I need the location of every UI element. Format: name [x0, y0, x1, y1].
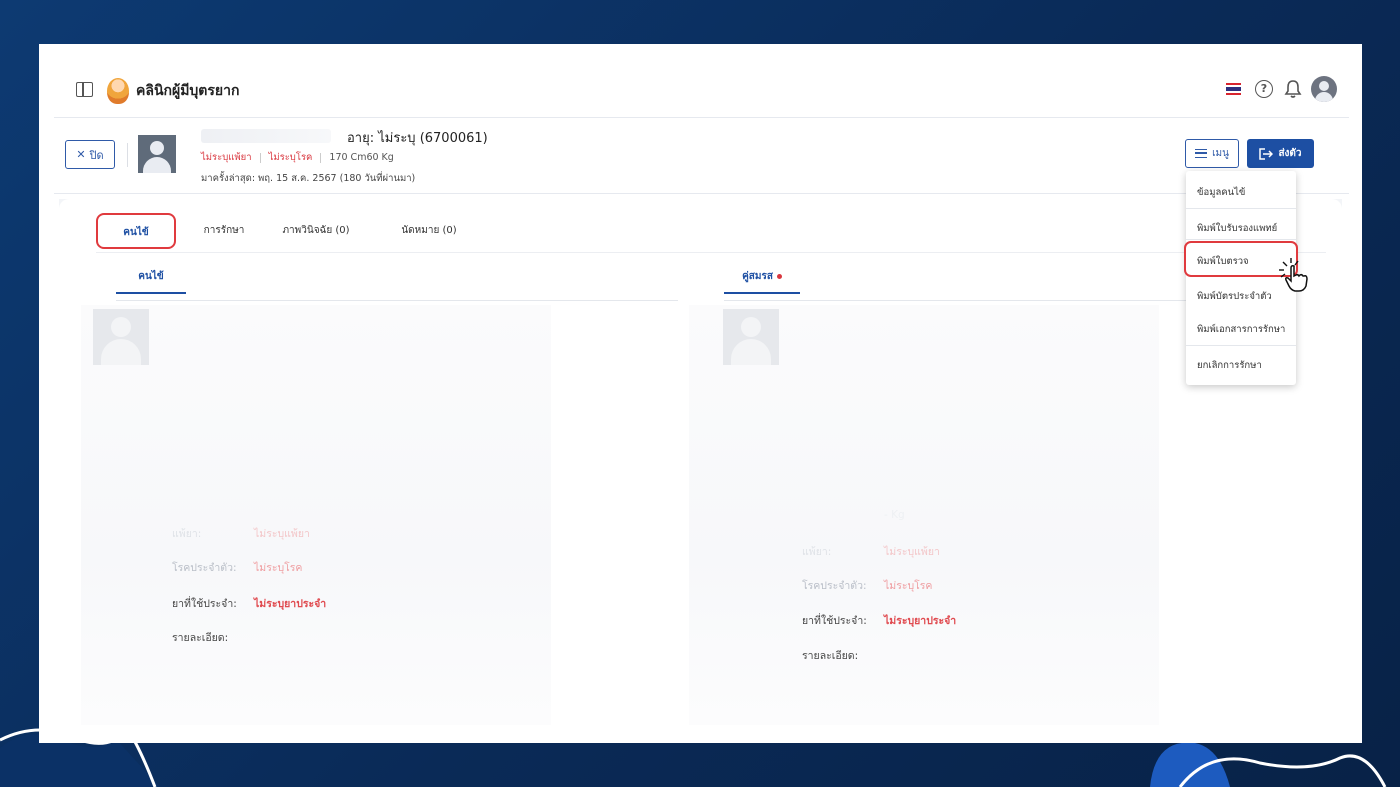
clinic-logo-icon: [107, 78, 129, 104]
disease-tag: ไม่ระบุโรค: [268, 152, 313, 163]
patient-photo-placeholder: [93, 309, 149, 365]
spouse-medicine-field: ยาที่ใช้ประจำ: ไม่ระบุยาประจำ: [802, 612, 956, 629]
tab-treatment[interactable]: การรักษา: [184, 213, 264, 249]
tab-imaging[interactable]: ภาพวินิจฉัย (0): [261, 213, 371, 249]
field-label: รายละเอียด:: [172, 632, 229, 644]
field-label: โรคประจำตัว:: [802, 580, 867, 592]
subtab-patient-label: คนไข้: [138, 271, 164, 282]
close-button[interactable]: ✕ ปิด: [65, 140, 115, 169]
sidebar-toggle-icon[interactable]: [76, 82, 93, 97]
menu-button-label: เมนู: [1212, 148, 1229, 159]
field-value: - Kg: [884, 509, 905, 521]
subtab-divider: [116, 300, 678, 301]
thai-flag-icon[interactable]: [1226, 83, 1241, 95]
patient-info-panel: [81, 305, 551, 725]
patient-allergy-field: แพ้ยา: ไม่ระบุแพ้ยา: [172, 525, 310, 542]
send-button-label: ส่งตัว: [1278, 148, 1302, 159]
spouse-photo-placeholder: [723, 309, 779, 365]
patient-tags: ไม่ระบุแพ้ยา ไม่ระบุโรค 170 Cm60 Kg: [201, 150, 394, 165]
spouse-detail-field: รายละเอียด:: [802, 647, 884, 664]
spouse-weight-field: - Kg: [802, 509, 905, 521]
notification-dot: [776, 273, 782, 279]
field-label: แพ้ยา:: [172, 528, 202, 540]
close-icon: ✕: [76, 148, 86, 161]
field-label: แพ้ยา:: [802, 546, 832, 558]
patient-header: ✕ ปิด อายุ: ไม่ระบุ (6700061) ไม่ระบุแพ้…: [54, 119, 1349, 194]
user-avatar-icon[interactable]: [1311, 76, 1337, 102]
field-value: ไม่ระบุโรค: [884, 580, 933, 592]
menu-divider: [1186, 345, 1296, 346]
patient-disease-field: โรคประจำตัว: ไม่ระบุโรค: [172, 559, 302, 576]
menu-item-print-medical-certificate[interactable]: พิมพ์ใบรับรองแพทย์: [1186, 221, 1296, 236]
menu-divider: [1186, 239, 1296, 240]
field-label: โรคประจำตัว:: [172, 562, 237, 574]
send-patient-button[interactable]: ส่งตัว: [1247, 139, 1314, 168]
top-bar: คลินิกผู้มีบุตรยาก ?: [54, 62, 1349, 118]
spouse-info-panel: [689, 305, 1159, 725]
tag-divider: [320, 152, 322, 163]
field-label: รายละเอียด:: [802, 650, 859, 662]
field-value: ไม่ระบุโรค: [254, 562, 303, 574]
menu-item-cancel-treatment[interactable]: ยกเลิกการรักษา: [1186, 358, 1296, 373]
field-value: ไม่ระบุยาประจำ: [884, 615, 957, 627]
field-value: ไม่ระบุแพ้ยา: [254, 528, 310, 540]
field-label: ยาที่ใช้ประจำ:: [802, 615, 867, 627]
patient-photo: [138, 135, 176, 173]
allergy-tag: ไม่ระบุแพ้ยา: [201, 152, 252, 163]
body-stats: 170 Cm60 Kg: [329, 152, 394, 163]
transfer-icon: [1259, 147, 1274, 160]
main-content: คนไข้ การรักษา ภาพวินิจฉัย (0) นัดหมาย (…: [59, 199, 1342, 743]
last-visit: มาครั้งล่าสุด: พฤ. 15 ส.ค. 2567 (180 วัน…: [201, 173, 416, 184]
menu-button[interactable]: เมนู: [1185, 139, 1239, 168]
patient-name-redacted: [201, 129, 331, 143]
field-label: ยาที่ใช้ประจำ:: [172, 598, 237, 610]
menu-item-patient-info[interactable]: ข้อมูลคนไข้: [1186, 185, 1296, 200]
hand-pointer-icon: [1279, 258, 1308, 292]
tag-divider: [259, 152, 261, 163]
patient-detail-field: รายละเอียด:: [172, 629, 254, 646]
subtab-spouse-label: คู่สมรส: [742, 271, 773, 282]
field-value: ไม่ระบุแพ้ยา: [884, 546, 940, 558]
brand-name: คลินิกผู้มีบุตรยาก: [136, 83, 240, 99]
hamburger-icon: [1195, 149, 1208, 158]
field-value: ไม่ระบุยาประจำ: [254, 598, 327, 610]
app-window: คลินิกผู้มีบุตรยาก ? ✕ ปิด อายุ: ไม่ระบุ…: [39, 44, 1362, 743]
tab-patient[interactable]: คนไข้: [96, 213, 176, 249]
help-icon[interactable]: ?: [1255, 80, 1273, 98]
spouse-disease-field: โรคประจำตัว: ไม่ระบุโรค: [802, 577, 932, 594]
main-tabs: คนไข้ การรักษา ภาพวินิจฉัย (0) นัดหมาย (…: [96, 213, 1326, 253]
field-label: [802, 509, 884, 521]
bell-icon[interactable]: [1284, 79, 1302, 99]
subtab-patient[interactable]: คนไข้: [116, 269, 186, 294]
subtab-spouse[interactable]: คู่สมรส: [724, 269, 800, 294]
menu-item-print-treatment-docs[interactable]: พิมพ์เอกสารการรักษา: [1186, 322, 1296, 337]
menu-divider: [1186, 208, 1296, 209]
close-button-label: ปิด: [89, 148, 104, 162]
tab-appointment[interactable]: นัดหมาย (0): [379, 213, 479, 249]
header-divider: [127, 143, 128, 167]
spouse-allergy-field: แพ้ยา: ไม่ระบุแพ้ยา: [802, 543, 940, 560]
subtab-divider: [724, 300, 1264, 301]
patient-medicine-field: ยาที่ใช้ประจำ: ไม่ระบุยาประจำ: [172, 595, 326, 612]
content-card: คนไข้ การรักษา ภาพวินิจฉัย (0) นัดหมาย (…: [59, 199, 1342, 743]
patient-age: อายุ: ไม่ระบุ (6700061): [347, 131, 488, 146]
